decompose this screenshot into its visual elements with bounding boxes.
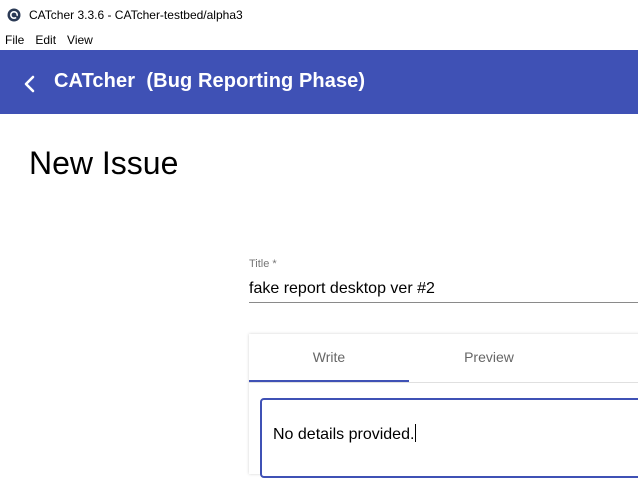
chevron-left-icon [24, 75, 35, 93]
menubar: File Edit View [0, 30, 638, 50]
back-button[interactable] [16, 70, 44, 98]
window-title: CATcher 3.3.6 - CATcher-testbed/alpha3 [29, 8, 243, 22]
title-input[interactable] [249, 278, 638, 300]
page-title: New Issue [29, 145, 179, 181]
window-titlebar: CATcher 3.3.6 - CATcher-testbed/alpha3 [0, 0, 638, 30]
description-textarea[interactable]: No details provided. [260, 398, 638, 478]
app-title: CATcher (Bug Reporting Phase) [54, 70, 366, 92]
title-field-underline [249, 302, 638, 303]
description-editor: Write Preview No details provided. [249, 334, 638, 478]
title-field-label: Title * [249, 258, 277, 270]
tab-preview[interactable]: Preview [409, 334, 569, 380]
tab-write-label: Write [312, 349, 346, 365]
tab-write[interactable]: Write [249, 334, 409, 380]
description-text: No details provided. [273, 426, 415, 443]
tab-preview-label: Preview [464, 349, 514, 365]
tab-divider [249, 382, 638, 383]
app-toolbar: CATcher (Bug Reporting Phase) [0, 50, 638, 114]
catcher-app-icon [7, 8, 21, 22]
menu-edit[interactable]: Edit [34, 33, 57, 47]
title-form-field: Title * [249, 258, 638, 304]
menu-view[interactable]: View [66, 33, 94, 47]
menu-file[interactable]: File [4, 33, 25, 47]
text-caret [415, 424, 417, 442]
